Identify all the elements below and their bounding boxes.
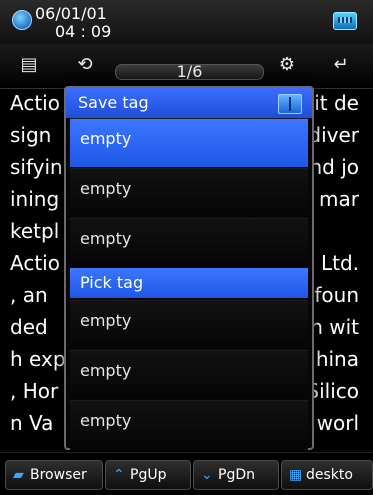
save-tag-title: Save tag <box>78 93 149 112</box>
page-number: 1/6 <box>176 62 203 81</box>
battery-icon <box>333 12 357 30</box>
chevron-up-icon: ⌃ <box>113 467 125 483</box>
history-icon[interactable]: ⟲ <box>74 54 96 76</box>
grid-icon: ▦ <box>289 467 303 483</box>
browser-button[interactable]: ▰ Browser <box>5 460 103 490</box>
slot-label: empty <box>80 311 132 330</box>
slot-label: empty <box>80 129 132 148</box>
slot-label: empty <box>80 411 132 430</box>
slot-label: empty <box>80 179 132 198</box>
desktop-button[interactable]: ▦ deskto <box>281 460 373 490</box>
settings-icon[interactable]: ⚙ <box>276 54 298 76</box>
save-icon[interactable]: ▤ <box>18 54 40 76</box>
pick-slot[interactable]: empty <box>70 300 308 350</box>
reader-toolbar: ▤ ⟲ 1/6 ⚙ ↵ <box>0 44 373 89</box>
page-indicator: 1/6 <box>115 62 264 81</box>
desktop-label: deskto <box>306 467 353 483</box>
slot-label: empty <box>80 361 132 380</box>
folder-icon: ▰ <box>13 467 24 483</box>
status-date: 06/01/01 <box>35 4 107 23</box>
back-icon[interactable]: ↵ <box>330 54 352 76</box>
bottom-bar: ▰ Browser ⌃ PgUp ⌄ PgDn ▦ deskto <box>0 452 373 495</box>
pgup-button[interactable]: ⌃ PgUp <box>105 460 191 490</box>
pick-tag-header: Pick tag <box>70 268 308 298</box>
save-slot[interactable]: empty <box>70 168 308 218</box>
pick-slot[interactable]: empty <box>70 350 308 400</box>
book-icon <box>278 94 302 114</box>
save-tag-header: Save tag <box>66 88 312 118</box>
slot-label: empty <box>80 229 132 248</box>
save-slot[interactable]: empty <box>70 118 308 168</box>
bookmark-popup: Save tag empty empty empty Pick tag empt… <box>64 86 314 450</box>
pick-tag-title: Pick tag <box>80 273 144 292</box>
chevron-down-icon: ⌄ <box>201 467 213 483</box>
pick-slot[interactable]: empty <box>70 400 308 450</box>
pgdn-label: PgDn <box>218 467 255 483</box>
save-slot[interactable]: empty <box>70 218 308 268</box>
clock-icon <box>12 10 32 30</box>
pgup-label: PgUp <box>130 467 167 483</box>
status-bar: 06/01/01 04 : 09 <box>0 0 373 45</box>
pgdn-button[interactable]: ⌄ PgDn <box>193 460 279 490</box>
browser-label: Browser <box>30 467 87 483</box>
status-time: 04 : 09 <box>55 22 112 41</box>
